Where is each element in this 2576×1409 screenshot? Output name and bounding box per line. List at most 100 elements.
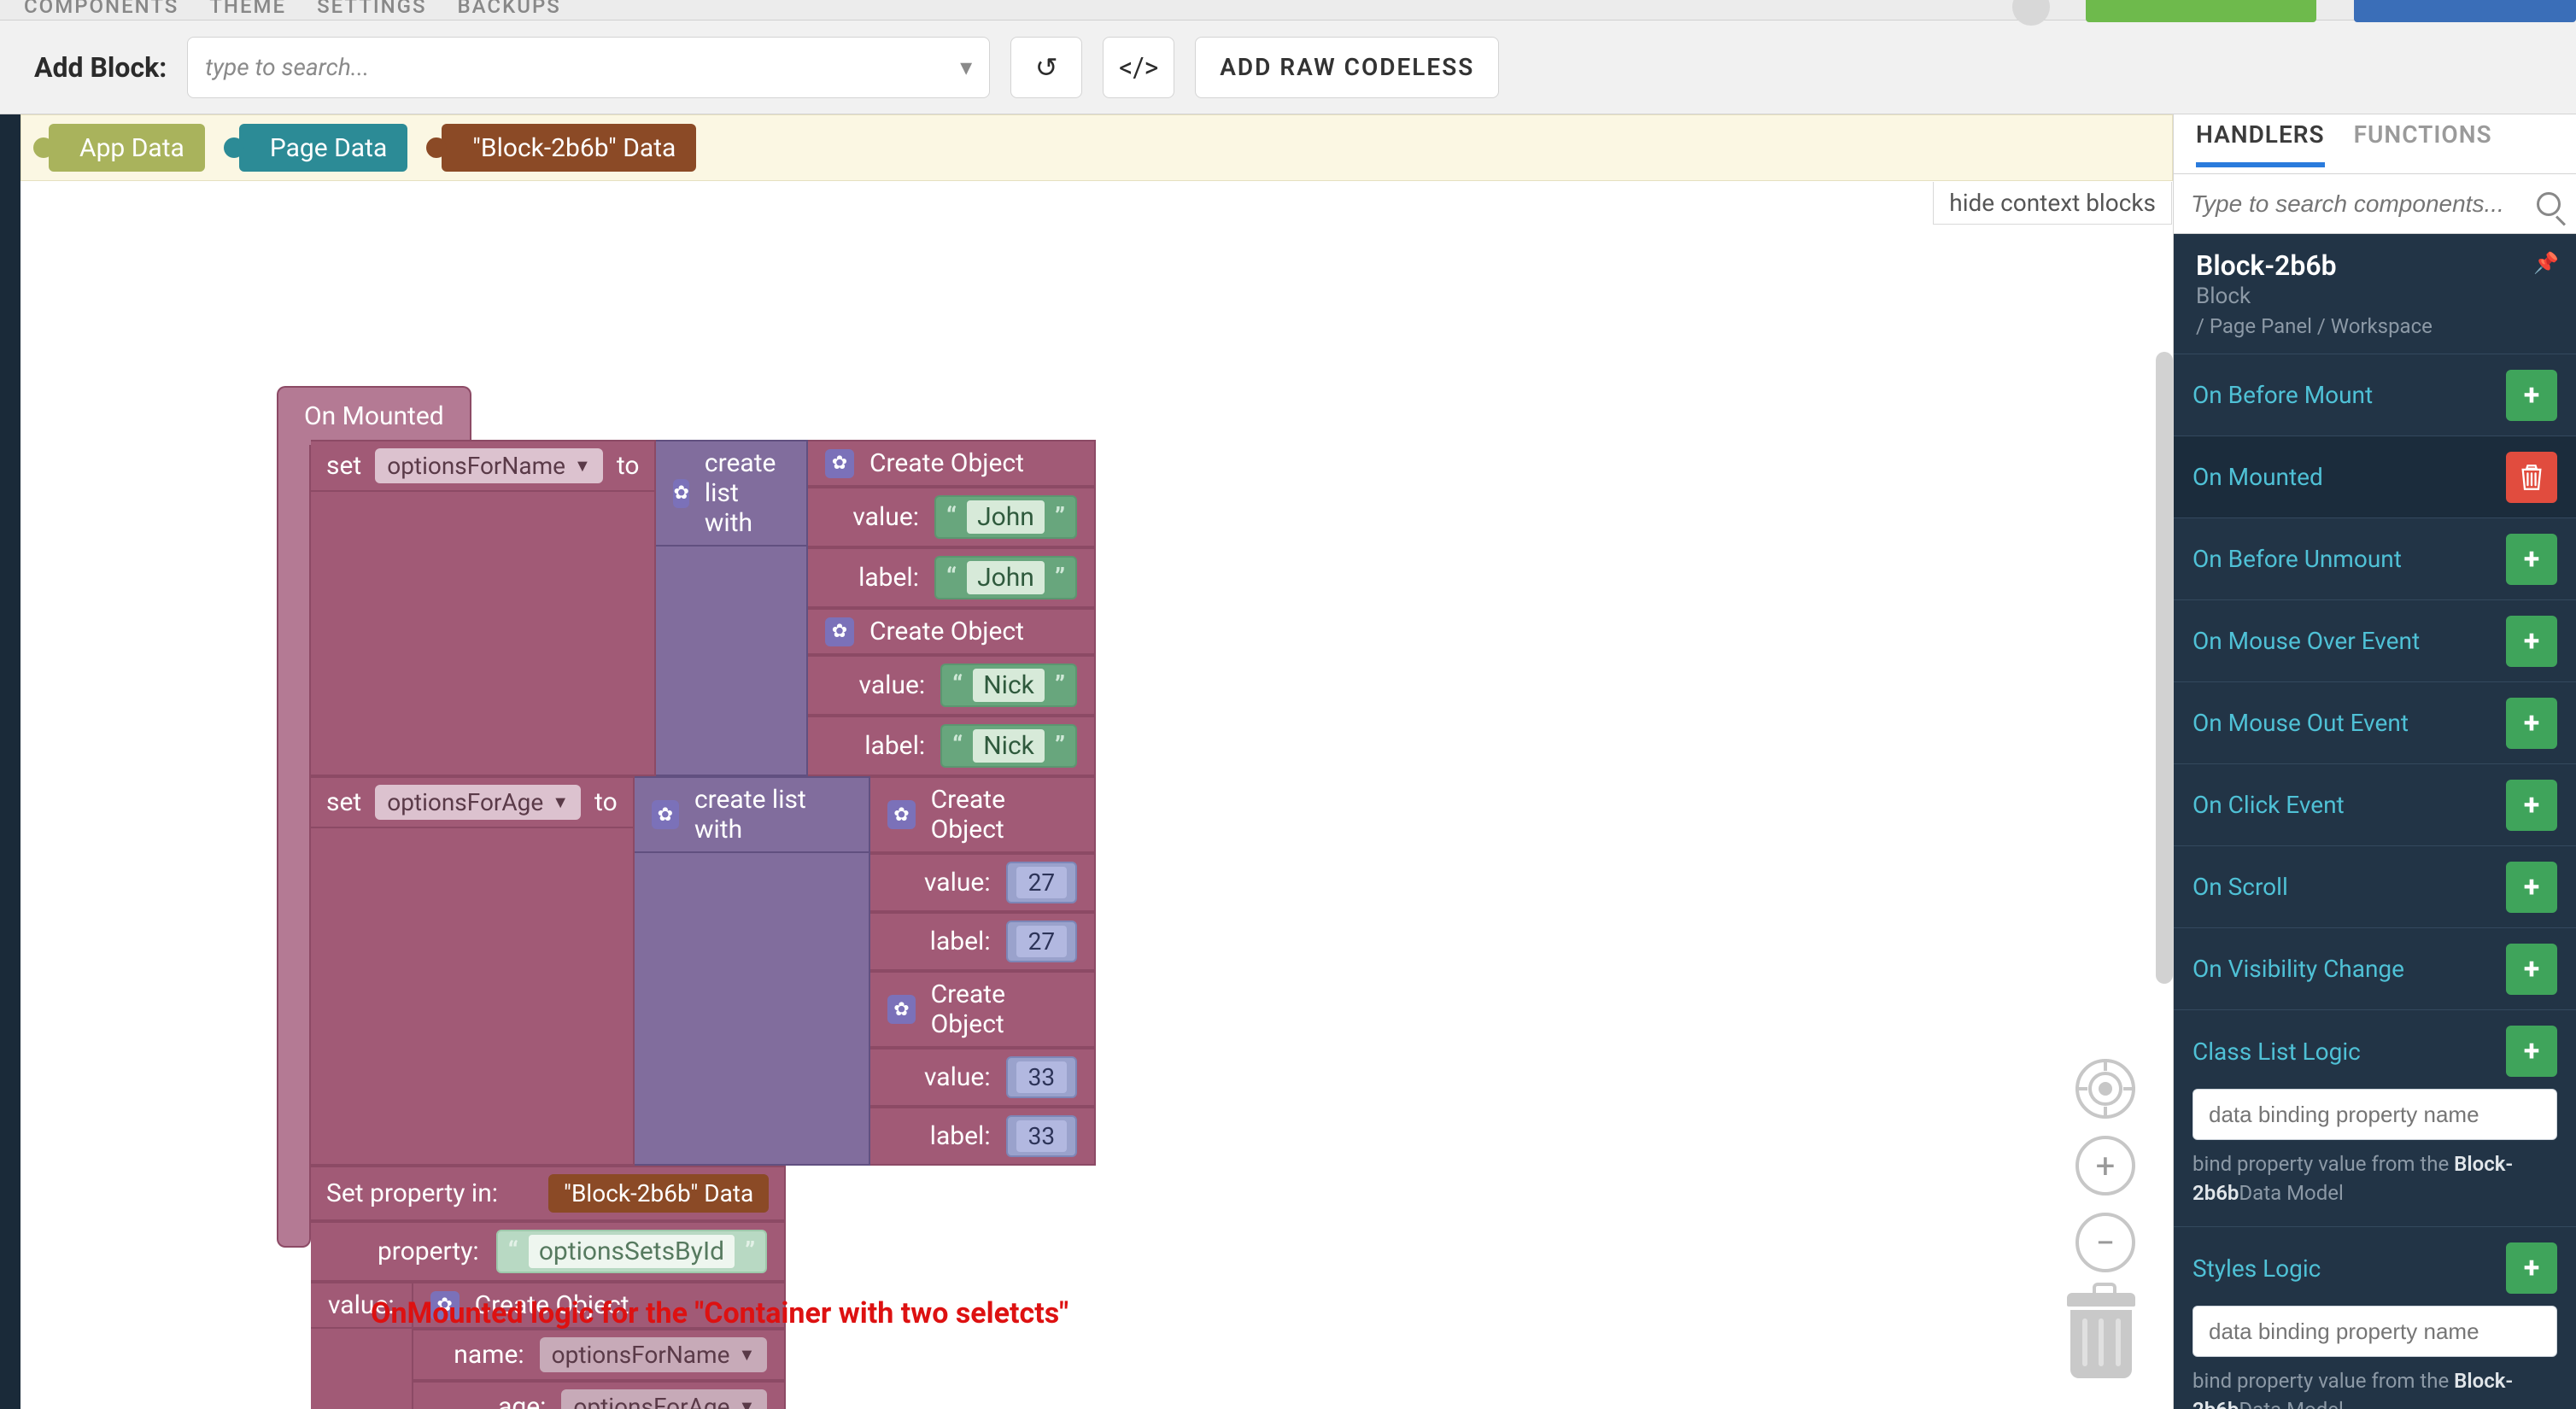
toggle-code-button[interactable]: </> [1103,37,1174,98]
pin-icon[interactable]: 📌 [2533,251,2559,275]
set-property-block[interactable]: Set property in: "Block-2b6b" Data [311,1166,786,1221]
logic-label[interactable]: Class List Logic [2193,1038,2361,1066]
top-blue-pill[interactable] [2354,0,2576,22]
set-var-block-2[interactable]: set optionsForAge ▼ to [311,776,635,828]
handler-row[interactable]: On Click Event+ [2174,764,2576,846]
on-mounted-hat[interactable]: On Mounted [277,386,471,445]
components-search-input[interactable] [2189,190,2526,219]
string-literal[interactable]: “optionsSetsById” [496,1230,768,1273]
nav-components[interactable]: COMPONENTS [24,0,179,16]
context-app-data[interactable]: App Data [49,124,205,172]
context-block-data[interactable]: "Block-2b6b" Data [442,124,696,172]
var-optionsForAge[interactable]: optionsForAge ▼ [375,785,581,820]
handler-name: On Mouse Over Event [2193,627,2420,655]
nav-theme[interactable]: THEME [209,0,286,16]
scrollbar-thumb[interactable] [2156,352,2173,984]
blockly-workspace[interactable]: On Mounted set optionsForName ▼ [20,181,2173,1409]
zoom-out-button[interactable]: − [2075,1213,2135,1272]
string-literal[interactable]: “John” [934,556,1077,599]
create-list-block-1[interactable]: ✿ create list with [656,440,808,547]
add-handler-button[interactable]: + [2506,1026,2557,1077]
number-literal[interactable]: 33 [1006,1115,1077,1157]
var-optionsForName[interactable]: optionsForName ▼ [375,448,603,483]
gear-icon[interactable]: ✿ [825,449,854,478]
gear-icon[interactable]: ✿ [887,800,915,829]
kv-key: label: [897,927,991,956]
to-label: to [594,787,618,817]
create-object-block[interactable]: ✿ Create Object [808,440,1096,487]
string-literal[interactable]: “Nick” [940,724,1077,768]
create-object-block[interactable]: ✿ Create Object [870,971,1096,1048]
add-handler-button[interactable]: + [2506,698,2557,749]
handler-name: On Scroll [2193,873,2288,901]
top-green-pill[interactable] [2086,0,2316,22]
canvas-area: App Data Page Data "Block-2b6b" Data hid… [20,114,2173,1409]
kv-key: value: [897,1062,991,1092]
string-value: John [967,500,1045,534]
add-raw-codeless-button[interactable]: ADD RAW CODELESS [1195,37,1499,98]
obj-label: Create Object [931,979,1077,1039]
kv-key: value: [897,868,991,897]
block-data-chip[interactable]: "Block-2b6b" Data [548,1174,769,1213]
obj-label: Create Object [869,448,1024,478]
string-value: Nick [973,729,1045,763]
block-stack[interactable]: On Mounted set optionsForName ▼ [277,386,471,1248]
styles-binding-input[interactable] [2193,1306,2557,1357]
context-page-data[interactable]: Page Data [239,124,407,172]
tab-handlers[interactable]: HANDLERS [2196,120,2325,167]
gear-icon[interactable]: ✿ [887,995,915,1024]
zoom-in-button[interactable]: + [2075,1136,2135,1196]
chevron-down-icon: ▼ [738,1344,755,1365]
chevron-down-icon: ▼ [574,455,591,476]
string-value: optionsSetsById [529,1235,735,1268]
handler-row[interactable]: On Before Unmount+ [2174,518,2576,600]
add-handler-button[interactable]: + [2506,862,2557,913]
add-handler-button[interactable]: + [2506,944,2557,995]
var-ref-optionsForName[interactable]: optionsForName ▼ [540,1337,768,1372]
var-ref-optionsForAge[interactable]: optionsForAge ▼ [561,1389,767,1409]
setprop-title: Set property in: [326,1178,498,1208]
chevron-down-icon: ▼ [552,792,569,813]
logic-label[interactable]: Styles Logic [2193,1254,2321,1283]
handler-row[interactable]: On Mouse Out Event+ [2174,682,2576,764]
search-icon[interactable] [2537,192,2561,216]
nav-backups[interactable]: BACKUPS [458,0,561,16]
add-handler-button[interactable]: + [2506,534,2557,585]
add-handler-button[interactable]: + [2506,616,2557,667]
add-handler-button[interactable]: + [2506,370,2557,421]
tabs: HANDLERS FUNCTIONS [2174,114,2576,174]
nav-settings[interactable]: SETTINGS [317,0,426,16]
chevron-down-icon: ▾ [960,53,972,81]
center-workspace-button[interactable] [2075,1059,2135,1119]
set-var-block-1[interactable]: set optionsForName ▼ to [311,440,656,492]
handler-row[interactable]: On Mouse Over Event + [2174,600,2576,682]
undo-button[interactable]: ↺ [1010,37,1082,98]
kv-key: value: [825,502,919,532]
gear-icon[interactable]: ✿ [825,617,854,646]
create-list-block-2[interactable]: ✿ create list with [635,776,871,853]
trash-icon[interactable] [2067,1293,2135,1378]
string-literal[interactable]: “John” [934,495,1077,539]
number-literal[interactable]: 27 [1006,862,1077,903]
create-object-block[interactable]: ✿ Create Object [870,776,1096,853]
chevron-down-icon: ▼ [738,1396,755,1409]
class-list-binding-input[interactable] [2193,1089,2557,1140]
handler-row[interactable]: On Mounted [2174,436,2576,518]
add-block-search[interactable]: type to search... ▾ [187,37,990,98]
handlers-panel: Block-2b6b Block / Page Panel / Workspac… [2174,234,2576,1409]
add-handler-button[interactable]: + [2506,1242,2557,1294]
string-literal[interactable]: “Nick” [940,664,1077,707]
gear-icon[interactable]: ✿ [652,800,679,829]
number-literal[interactable]: 33 [1006,1056,1077,1098]
top-nav-bar: COMPONENTS THEME SETTINGS BACKUPS [0,0,2576,20]
delete-handler-button[interactable] [2506,452,2557,503]
number-literal[interactable]: 27 [1006,921,1077,962]
handler-name: On Before Mount [2193,381,2373,409]
handler-row[interactable]: On Visibility Change+ [2174,928,2576,1010]
tab-functions[interactable]: FUNCTIONS [2354,120,2492,167]
add-handler-button[interactable]: + [2506,780,2557,831]
handler-row[interactable]: On Scroll + [2174,846,2576,928]
handler-row[interactable]: On Before Mount + [2174,354,2576,436]
create-object-block[interactable]: ✿ Create Object [808,608,1096,655]
gear-icon[interactable]: ✿ [673,479,688,508]
